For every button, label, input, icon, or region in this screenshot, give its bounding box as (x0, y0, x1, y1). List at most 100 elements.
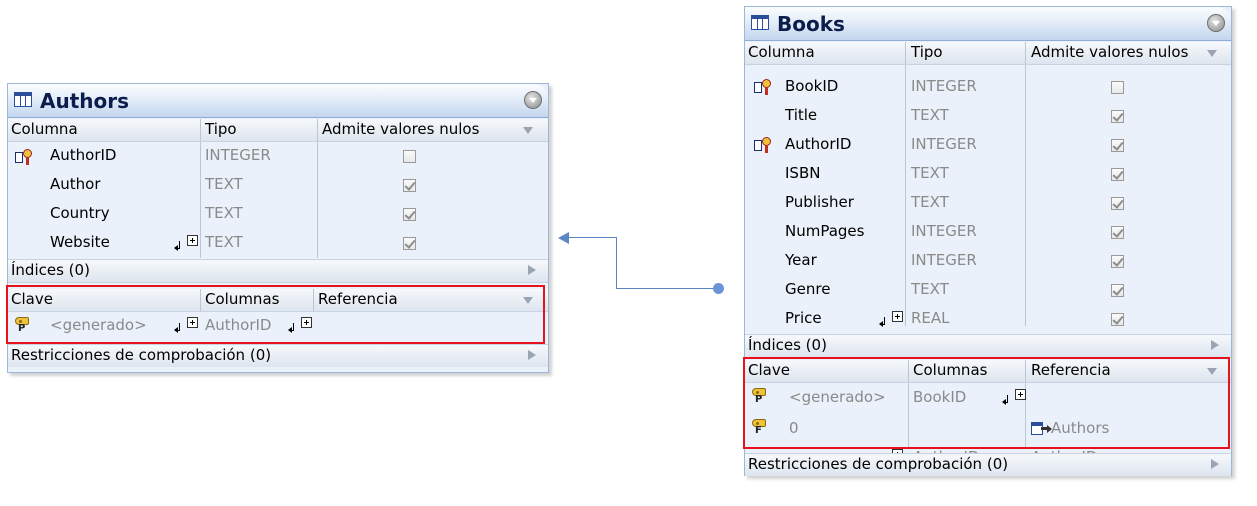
column-row-genre[interactable]: Genre TEXT (745, 276, 1231, 305)
column-row-bookid[interactable]: BookID INTEGER (745, 73, 1231, 102)
column-type[interactable]: TEXT (205, 175, 243, 193)
columns-header[interactable]: Columna Tipo Admite valores nulos (745, 42, 1231, 65)
nullable-checkbox[interactable] (403, 237, 416, 250)
column-type[interactable]: REAL (911, 309, 950, 327)
nullable-checkbox[interactable] (1111, 313, 1124, 326)
add-column-icon[interactable] (288, 317, 312, 335)
column-row-price[interactable]: Price REAL (745, 305, 1231, 334)
books-table[interactable]: Books Columna Tipo Admite valores nulos … (744, 6, 1232, 476)
column-type[interactable]: TEXT (911, 164, 949, 182)
column-type[interactable]: TEXT (911, 106, 949, 124)
column-type[interactable]: TEXT (911, 193, 949, 211)
nullable-checkbox[interactable] (1111, 139, 1124, 152)
header-reference: Referencia (318, 290, 398, 308)
authors-title-bar[interactable]: Authors (8, 84, 548, 118)
column-row-country[interactable]: Country TEXT (8, 200, 548, 229)
check-constraints-section[interactable]: Restricciones de comprobación (0) (8, 344, 548, 367)
column-type[interactable]: INTEGER (205, 146, 271, 164)
nullable-checkbox[interactable] (1111, 255, 1124, 268)
column-row-authorid[interactable]: AuthorID INTEGER (745, 131, 1231, 160)
columns-collapse-icon[interactable] (523, 127, 533, 134)
nullable-checkbox[interactable] (403, 150, 416, 163)
column-name[interactable]: AuthorID (785, 135, 851, 153)
key-row-primary[interactable]: P <generado> BookID (745, 384, 1231, 412)
nullable-checkbox[interactable] (1111, 168, 1124, 181)
nullable-checkbox[interactable] (1111, 197, 1124, 210)
column-type[interactable]: INTEGER (911, 222, 977, 240)
add-column-icon[interactable] (174, 235, 198, 253)
nullable-checkbox[interactable] (1111, 226, 1124, 239)
add-column-icon[interactable] (879, 311, 903, 329)
column-name[interactable]: Year (785, 251, 817, 269)
column-row-author[interactable]: Author TEXT (8, 171, 548, 200)
referenced-table[interactable]: Authors (1051, 419, 1109, 437)
column-type[interactable]: INTEGER (911, 135, 977, 153)
column-row-publisher[interactable]: Publisher TEXT (745, 189, 1231, 218)
column-row-title[interactable]: Title TEXT (745, 102, 1231, 131)
column-name[interactable]: BookID (785, 77, 838, 95)
expand-icon[interactable] (1211, 459, 1219, 469)
header-key: Clave (748, 361, 790, 379)
indexes-section[interactable]: Índices (0) (745, 334, 1231, 358)
column-name[interactable]: Website (50, 233, 110, 251)
nullable-checkbox[interactable] (1111, 81, 1124, 94)
keys-header[interactable]: Clave Columnas Referencia (8, 289, 548, 312)
column-row-authorid[interactable]: AuthorID INTEGER (8, 142, 548, 171)
key-name[interactable]: <generado> (50, 316, 147, 334)
key-row-foreign[interactable]: F 0 Authors (745, 415, 1231, 443)
nullable-checkbox[interactable] (1111, 284, 1124, 297)
key-column[interactable]: BookID (913, 388, 966, 406)
key-name[interactable]: 0 (789, 419, 799, 437)
header-nullable: Admite valores nulos (322, 120, 480, 138)
columns-header[interactable]: Columna Tipo Admite valores nulos (8, 119, 548, 142)
column-type[interactable]: INTEGER (911, 251, 977, 269)
column-row-isbn[interactable]: ISBN TEXT (745, 160, 1231, 189)
column-name[interactable]: NumPages (785, 222, 864, 240)
column-type[interactable]: TEXT (205, 204, 243, 222)
column-type[interactable]: INTEGER (911, 77, 977, 95)
indexes-section[interactable]: Índices (0) (8, 259, 548, 283)
collapse-button[interactable] (524, 91, 542, 109)
keys-collapse-icon[interactable] (523, 297, 533, 304)
nullable-checkbox[interactable] (403, 179, 416, 192)
column-name[interactable]: Author (50, 175, 101, 193)
add-column-icon[interactable] (1002, 389, 1026, 407)
expand-icon[interactable] (528, 350, 536, 360)
header-columns: Columnas (913, 361, 988, 379)
indexes-label: Índices (0) (11, 261, 90, 279)
column-row-website[interactable]: Website TEXT (8, 229, 548, 258)
authors-table-title: Authors (40, 89, 130, 113)
column-name[interactable]: Price (785, 309, 822, 327)
authors-table[interactable]: Authors Columna Tipo Admite valores nulo… (7, 83, 549, 373)
nullable-checkbox[interactable] (1111, 110, 1124, 123)
column-name[interactable]: Country (50, 204, 110, 222)
add-column-icon[interactable] (174, 317, 198, 335)
column-type[interactable]: TEXT (911, 280, 949, 298)
column-name[interactable]: AuthorID (50, 146, 116, 164)
column-row-year[interactable]: Year INTEGER (745, 247, 1231, 276)
primary-key-icon (754, 78, 774, 96)
keys-collapse-icon[interactable] (1207, 368, 1217, 375)
column-name[interactable]: Genre (785, 280, 830, 298)
expand-icon[interactable] (1211, 340, 1219, 350)
keys-header[interactable]: Clave Columnas Referencia (745, 360, 1231, 383)
expand-icon[interactable] (528, 265, 536, 275)
header-type: Tipo (205, 120, 237, 138)
column-name[interactable]: ISBN (785, 164, 820, 182)
books-title-bar[interactable]: Books (745, 7, 1231, 41)
nullable-checkbox[interactable] (403, 208, 416, 221)
header-nullable: Admite valores nulos (1031, 43, 1189, 61)
column-type[interactable]: TEXT (205, 233, 243, 251)
key-row-primary[interactable]: P <generado> AuthorID (8, 312, 548, 340)
connector-endpoint-icon (713, 283, 724, 294)
column-row-numpages[interactable]: NumPages INTEGER (745, 218, 1231, 247)
check-constraints-section[interactable]: Restricciones de comprobación (0) (745, 453, 1231, 476)
header-key: Clave (11, 290, 53, 308)
key-name[interactable]: <generado> (789, 388, 886, 406)
key-column[interactable]: AuthorID (205, 316, 271, 334)
referenced-table-icon (1031, 422, 1052, 436)
collapse-button[interactable] (1207, 14, 1225, 32)
columns-collapse-icon[interactable] (1207, 50, 1217, 57)
column-name[interactable]: Publisher (785, 193, 854, 211)
column-name[interactable]: Title (785, 106, 817, 124)
